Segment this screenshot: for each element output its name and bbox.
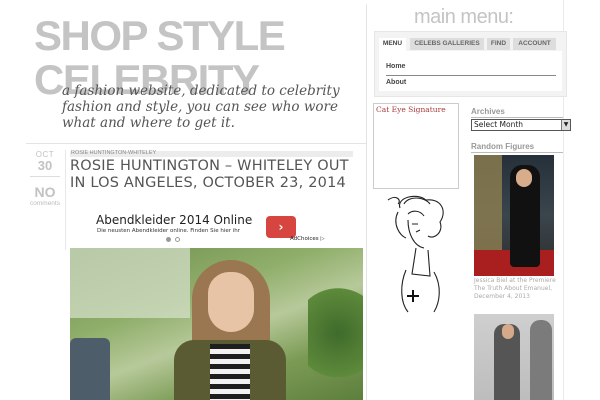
main-menu: MENU CELEBS GALLERIES FIND ACCOUNT Home … (374, 31, 567, 97)
ad-title[interactable]: Abendkleider 2014 Online (96, 213, 252, 227)
random-figures-heading: Random Figures (471, 142, 535, 151)
column-divider (366, 4, 367, 400)
figure-banner (474, 155, 502, 255)
figure-face (502, 324, 514, 339)
tab-account[interactable]: ACCOUNT (513, 38, 556, 50)
fashion-sketch-image[interactable] (378, 194, 450, 314)
tab-find[interactable]: FIND (487, 38, 510, 50)
plus-icon[interactable] (407, 290, 419, 302)
photo-palm (308, 288, 363, 400)
tab-celebs-galleries[interactable]: CELEBS GALLERIES (410, 38, 484, 50)
ad-pager-dot[interactable] (175, 237, 180, 242)
date-divider (65, 150, 66, 250)
menu-separator (386, 75, 556, 76)
ad-unit[interactable]: Abendkleider 2014 Online Die neusten Abe… (72, 210, 338, 246)
ad-choices-link[interactable]: AdChoices ▷ (290, 236, 325, 242)
archives-heading: Archives (471, 107, 505, 116)
random-figure-2[interactable] (474, 314, 554, 400)
random-figure-1-caption[interactable]: Jessica Biel at the Premiere The Truth A… (474, 277, 560, 301)
photo-background (70, 248, 190, 318)
comments-count[interactable]: NO (30, 185, 60, 200)
post-title[interactable]: ROSIE HUNTINGTON – WHITELEY OUT IN LOS A… (70, 158, 350, 192)
site-tagline: a fashion website, dedicated to celebrit… (62, 83, 340, 131)
photo-car (70, 338, 110, 400)
random-figures-divider (471, 152, 563, 153)
menu-items-panel: Home About (379, 51, 562, 91)
archives-select-value: Select Month (474, 120, 524, 129)
post-date: OCT 30 NO comments (30, 150, 60, 208)
tab-menu[interactable]: MENU (379, 38, 406, 52)
random-figure-1[interactable] (474, 155, 554, 276)
figure-face (516, 169, 532, 187)
ad-pager-dot-active[interactable] (166, 237, 171, 242)
photo-striped-shirt (210, 344, 250, 400)
ad-text[interactable]: Die neusten Abendkleider online. Finden … (97, 228, 240, 235)
main-menu-heading: main menu: (414, 6, 514, 28)
post-category-link[interactable]: ROSIE HUNTINGTON-WHITELEY (71, 150, 156, 157)
cat-eye-title[interactable]: Cat Eye Signature (376, 105, 446, 114)
cat-eye-widget[interactable]: Cat Eye Signature (373, 103, 459, 189)
header-divider (26, 143, 366, 144)
figure-person-secondary (530, 320, 552, 400)
archives-divider (471, 117, 563, 118)
post-date-day: 30 (30, 159, 60, 177)
menu-item-home[interactable]: Home (386, 62, 556, 72)
menu-item-about[interactable]: About (386, 78, 556, 88)
chevron-right-icon[interactable]: › (266, 216, 296, 238)
chevron-down-icon[interactable]: ▼ (561, 120, 570, 130)
archives-select[interactable]: Select Month ▼ (471, 119, 571, 131)
post-photo[interactable] (70, 248, 363, 400)
photo-face (208, 272, 254, 332)
comments-label[interactable]: comments (30, 200, 60, 208)
